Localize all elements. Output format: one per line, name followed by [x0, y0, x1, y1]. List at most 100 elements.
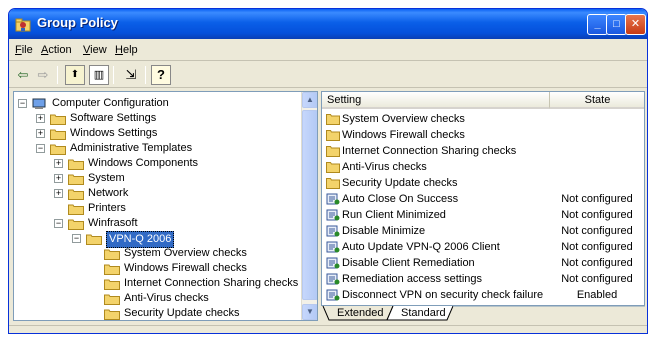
- open-folder-icon: [50, 144, 66, 155]
- list-item[interactable]: Disable Client Remediation Not configured: [322, 255, 644, 271]
- setting-state: Not configured: [561, 209, 633, 221]
- policy-setting-icon: [326, 225, 340, 237]
- menu-bar: File Action View Help: [9, 41, 647, 61]
- menu-view[interactable]: View: [83, 44, 107, 56]
- setting-name: System Overview checks: [342, 113, 465, 125]
- tree-item[interactable]: + System: [14, 171, 299, 186]
- tree-item[interactable]: − Computer Configuration: [14, 96, 299, 111]
- policy-setting-icon: [326, 273, 340, 285]
- minimize-button[interactable]: _: [587, 14, 608, 35]
- folder-icon: [104, 264, 120, 275]
- list-item[interactable]: Anti-Virus checks: [322, 159, 644, 175]
- back-arrow-icon[interactable]: ⇦: [13, 65, 33, 85]
- tree-item-label: Winfrasoft: [88, 217, 138, 229]
- menu-help-accel: H: [115, 44, 123, 56]
- tree-item[interactable]: − Winfrasoft: [14, 216, 299, 231]
- policy-setting-icon: [326, 241, 340, 253]
- expand-icon[interactable]: +: [54, 159, 63, 168]
- group-policy-app-icon: [15, 18, 31, 32]
- show-hide-tree-icon[interactable]: ▥: [89, 65, 109, 85]
- list-item[interactable]: Internet Connection Sharing checks: [322, 143, 644, 159]
- tree-item[interactable]: Internet Connection Sharing checks: [14, 276, 299, 291]
- forward-arrow-icon[interactable]: ⇨: [33, 65, 53, 85]
- collapse-icon[interactable]: −: [36, 144, 45, 153]
- expand-icon[interactable]: +: [36, 114, 45, 123]
- title-bar[interactable]: Group Policy _ □ ✕: [9, 9, 647, 39]
- menu-action[interactable]: Action: [41, 44, 72, 56]
- folder-icon: [50, 114, 66, 125]
- list-item[interactable]: Run Client Minimized Not configured: [322, 207, 644, 223]
- policy-setting-icon: [326, 193, 340, 205]
- open-folder-icon: [68, 219, 84, 230]
- list-item[interactable]: Security Update checks: [322, 175, 644, 191]
- tab-extended[interactable]: Extended: [329, 306, 391, 321]
- up-folder-icon[interactable]: ⬆: [65, 65, 85, 85]
- tree-item[interactable]: − VPN-Q 2006: [14, 231, 299, 248]
- folder-icon: [50, 129, 66, 140]
- expand-icon[interactable]: +: [36, 129, 45, 138]
- tree-item[interactable]: + Windows Components: [14, 156, 299, 171]
- menu-view-rest: iew: [90, 44, 107, 56]
- folder-icon: [68, 159, 84, 170]
- expand-icon[interactable]: +: [54, 174, 63, 183]
- policy-setting-icon: [326, 257, 340, 269]
- console-tree[interactable]: − Computer Configuration + Software Setting…: [13, 91, 318, 321]
- list-item[interactable]: Windows Firewall checks: [322, 127, 644, 143]
- close-button[interactable]: ✕: [625, 14, 646, 35]
- collapse-icon[interactable]: −: [72, 234, 81, 243]
- collapse-icon[interactable]: −: [54, 219, 63, 228]
- setting-name: Disconnect VPN on security check failure: [342, 289, 544, 301]
- list-item[interactable]: System Overview checks: [322, 111, 644, 127]
- tree-vertical-scrollbar[interactable]: ▲ ▼: [301, 92, 317, 320]
- help-icon[interactable]: ?: [151, 65, 171, 85]
- tree-item[interactable]: + Software Settings: [14, 111, 299, 126]
- tree-item[interactable]: − Administrative Templates: [14, 141, 299, 156]
- scroll-down-icon[interactable]: ▼: [302, 304, 317, 320]
- list-item[interactable]: Remediation access settings Not configure…: [322, 271, 644, 287]
- setting-state: Not configured: [561, 241, 633, 253]
- tree-item[interactable]: + Network: [14, 186, 299, 201]
- folder-icon: [326, 178, 340, 189]
- tree-item[interactable]: Security Update checks: [14, 306, 299, 320]
- tree-item[interactable]: + Windows Settings: [14, 126, 299, 141]
- tree-item[interactable]: Printers: [14, 201, 299, 216]
- maximize-button[interactable]: □: [606, 14, 627, 35]
- toolbar-separator: [57, 66, 58, 84]
- settings-list[interactable]: Setting State System Overview checks Wind…: [321, 91, 645, 306]
- list-item[interactable]: Auto Close On Success Not configured: [322, 191, 644, 207]
- menu-help[interactable]: Help: [115, 44, 138, 56]
- tree-item-label: Windows Components: [88, 157, 199, 169]
- tree-item-label: Security Update checks: [124, 307, 240, 319]
- column-header-setting[interactable]: Setting: [322, 92, 550, 109]
- setting-name: Auto Update VPN-Q 2006 Client: [342, 241, 500, 253]
- folder-icon: [326, 146, 340, 157]
- setting-state: Not configured: [561, 193, 633, 205]
- column-header-state[interactable]: State: [550, 92, 644, 109]
- list-item[interactable]: Auto Update VPN-Q 2006 Client Not configu…: [322, 239, 644, 255]
- folder-icon: [68, 189, 84, 200]
- toolbar-separator: [113, 66, 114, 84]
- setting-name: Auto Close On Success: [342, 193, 459, 205]
- scroll-up-icon[interactable]: ▲: [302, 92, 317, 108]
- expand-icon[interactable]: +: [54, 189, 63, 198]
- setting-state: Enabled: [576, 289, 618, 301]
- menu-file-accel: F: [15, 44, 22, 56]
- setting-name: Remediation access settings: [342, 273, 483, 285]
- scroll-thumb[interactable]: [302, 110, 317, 300]
- menu-file[interactable]: File: [15, 44, 33, 56]
- setting-name: Anti-Virus checks: [342, 161, 427, 173]
- setting-state: Not configured: [561, 257, 633, 269]
- setting-name: Run Client Minimized: [342, 209, 446, 221]
- tree-item[interactable]: Anti-Virus checks: [14, 291, 299, 306]
- folder-icon: [104, 294, 120, 305]
- menu-help-rest: elp: [122, 44, 138, 56]
- list-item[interactable]: Disconnect VPN on security check failure…: [322, 287, 644, 303]
- collapse-icon[interactable]: −: [18, 99, 27, 108]
- tree-item-label: System: [88, 172, 125, 184]
- tree-item[interactable]: Windows Firewall checks: [14, 261, 299, 276]
- export-list-icon[interactable]: ⇲: [121, 65, 141, 85]
- tree-item[interactable]: System Overview checks: [14, 246, 299, 261]
- tab-standard[interactable]: Standard: [393, 306, 454, 321]
- folder-icon: [326, 130, 340, 141]
- list-item[interactable]: Disable Minimize Not configured: [322, 223, 644, 239]
